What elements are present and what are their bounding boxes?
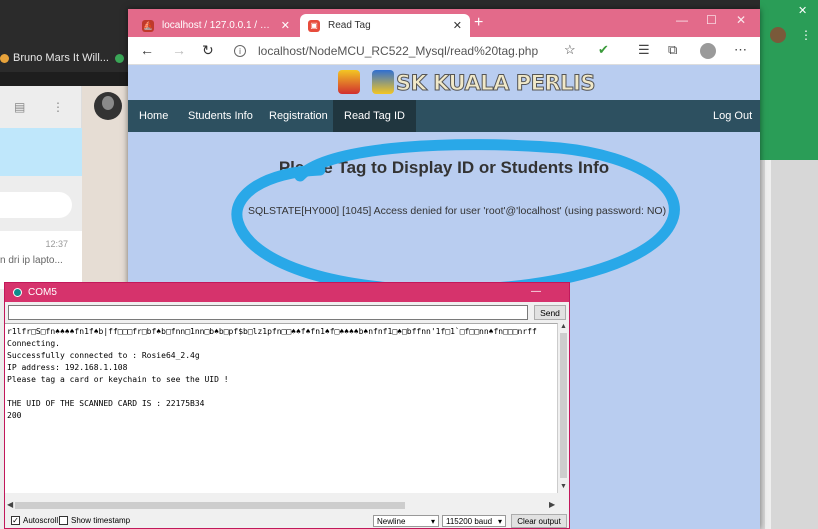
timestamp-checkbox[interactable]: Show timestamp	[59, 516, 130, 525]
timestamp-label: Show timestamp	[71, 516, 131, 525]
banner-title: SK KUALA PERLIS	[396, 71, 596, 96]
minimize-icon[interactable]: —	[676, 13, 688, 27]
scroll-thumb[interactable]	[560, 333, 567, 478]
tab-bar: ⛵ localhost / 127.0.0.1 / nodemcu_... ✕ …	[128, 9, 760, 37]
checkbox-checked-icon: ✓	[11, 516, 20, 525]
maximize-icon[interactable]: ☐	[706, 13, 717, 27]
tab-phpmyadmin[interactable]: ⛵ localhost / 127.0.0.1 / nodemcu_... ✕	[134, 14, 298, 37]
scroll-left-icon[interactable]: ◀	[7, 500, 13, 509]
avatar[interactable]	[94, 92, 122, 120]
scroll-thumb[interactable]	[15, 502, 405, 509]
back-arrow-icon[interactable]: ←	[140, 43, 154, 57]
chevron-down-icon: ▾	[430, 516, 435, 526]
checkbox-empty-icon	[59, 516, 68, 525]
close-window-icon[interactable]: ✕	[736, 13, 746, 27]
nav-home[interactable]: Home	[139, 100, 168, 132]
output-line: Please tag a card or keychain to see the…	[7, 375, 229, 384]
baud-rate-select[interactable]: 115200 baud ▾	[442, 515, 506, 527]
forward-arrow-icon[interactable]: →	[172, 43, 186, 57]
arduino-logo-icon	[13, 288, 22, 297]
more-vert-icon[interactable]: ⋮	[52, 101, 64, 113]
background-bookmarks-bar: Bruno Mars It Will... Si	[0, 44, 138, 72]
new-tab-icon[interactable]: +	[474, 15, 483, 31]
school-banner: SK KUALA PERLIS	[128, 65, 760, 100]
bookmark-icon	[114, 53, 124, 63]
whatsapp-search-input[interactable]	[0, 192, 72, 218]
output-line: Successfully connected to : Rosie64_2.4g	[7, 351, 200, 360]
profile-avatar-icon	[770, 27, 786, 43]
bookmark-icon	[0, 53, 9, 63]
horizontal-scrollbar[interactable]: ◀ ▶	[5, 500, 558, 511]
tab-read-tag[interactable]: ▣ Read Tag ✕	[300, 14, 470, 37]
vertical-scrollbar[interactable]: ▲ ▼	[558, 323, 569, 493]
nav-students-info[interactable]: Students Info	[188, 100, 253, 132]
refresh-icon[interactable]: ↻	[202, 43, 214, 57]
serial-monitor-window: COM5 — Send r1lfr□S□fn♠♠♠♠fn1f♠b|ff□□□fr…	[4, 282, 570, 529]
clear-output-button[interactable]: Clear output	[511, 514, 567, 528]
address-bar: ← → ↻ i localhost/NodeMCU_RC522_Mysql/re…	[128, 37, 760, 65]
serial-send-input[interactable]	[8, 305, 528, 320]
url-field[interactable]: i localhost/NodeMCU_RC522_Mysql/read%20t…	[234, 41, 584, 61]
scroll-down-icon[interactable]: ▼	[560, 483, 567, 490]
whatsapp-chat-list-item[interactable]: 12:37 n dri ip lapto...	[0, 231, 82, 289]
whatsapp-notification-banner	[0, 128, 82, 176]
serial-title-bar: COM5 —	[5, 283, 569, 302]
close-icon: ✕	[798, 5, 808, 17]
tab-title: Read Tag	[328, 20, 371, 31]
close-icon[interactable]: ✕	[453, 19, 462, 32]
chat-icon[interactable]: ▤	[14, 101, 26, 113]
autoscroll-label: Autoscroll	[23, 516, 59, 525]
serial-input-row: Send	[5, 302, 569, 324]
send-button[interactable]: Send	[534, 305, 566, 320]
site-navbar: Home Students Info Registration Read Tag…	[128, 100, 760, 132]
autoscroll-checkbox[interactable]: ✓ Autoscroll	[11, 516, 58, 525]
nav-log-out[interactable]: Log Out	[713, 100, 752, 132]
page-heading: Please Tag to Display ID or Students Inf…	[278, 158, 610, 177]
more-horiz-icon[interactable]: ⋯	[734, 43, 747, 57]
close-icon[interactable]: ✕	[281, 19, 290, 32]
scroll-right-icon[interactable]: ▶	[549, 500, 555, 509]
output-line: Connecting.	[7, 339, 60, 348]
serial-output: r1lfr□S□fn♠♠♠♠fn1f♠b|ff□□□fr□bf♠b□fnn□1n…	[5, 323, 558, 493]
chat-time: 12:37	[45, 239, 68, 249]
output-line: THE UID OF THE SCANNED CARD IS : 22175B3…	[7, 399, 205, 408]
favorite-star-icon[interactable]: ☆	[564, 43, 576, 57]
collections-icon[interactable]: ⧉	[668, 43, 677, 57]
baud-value: 115200 baud	[446, 516, 493, 526]
background-right-window: ⋮ ✕	[760, 0, 818, 160]
info-icon[interactable]: i	[234, 45, 246, 57]
tab-title: localhost / 127.0.0.1 / nodemcu_...	[162, 20, 275, 31]
bookmark-label: Bruno Mars It Will...	[13, 52, 109, 64]
profile-icon[interactable]	[700, 43, 716, 59]
minimize-icon[interactable]: —	[531, 286, 541, 297]
extension-icon[interactable]: ✔	[598, 43, 609, 57]
whatsapp-header: ▤ ⋮	[0, 86, 82, 128]
coat-of-arms-logo-icon	[338, 70, 360, 94]
nav-read-tag-id[interactable]: Read Tag ID	[333, 100, 416, 132]
favorites-list-icon[interactable]: ☰	[638, 43, 650, 57]
phpmyadmin-favicon-icon: ⛵	[142, 19, 154, 32]
line-ending-value: Newline	[377, 516, 406, 526]
more-vert-icon: ⋮	[800, 28, 812, 42]
chat-preview: n dri ip lapto...	[0, 255, 63, 266]
scroll-up-icon[interactable]: ▲	[560, 323, 567, 330]
nav-registration[interactable]: Registration	[269, 100, 328, 132]
output-line: 200	[7, 411, 22, 420]
output-line: IP address: 192.168.1.108	[7, 363, 128, 372]
chevron-down-icon: ▾	[497, 516, 502, 526]
url-text: localhost/NodeMCU_RC522_Mysql/read%20tag…	[258, 44, 539, 58]
page-favicon-icon: ▣	[308, 19, 320, 32]
bookmark-1[interactable]: Bruno Mars It Will...	[0, 52, 109, 64]
serial-title: COM5	[28, 287, 57, 298]
line-ending-select[interactable]: Newline ▾	[373, 515, 439, 527]
output-line: r1lfr□S□fn♠♠♠♠fn1f♠b|ff□□□fr□bf♠b□fnn□1n…	[7, 327, 537, 336]
school-logo-icon	[372, 70, 394, 94]
background-right-panel	[760, 160, 818, 529]
serial-footer: ✓ Autoscroll Show timestamp Newline ▾ 11…	[5, 513, 569, 529]
sql-error-message: SQLSTATE[HY000] [1045] Access denied for…	[248, 205, 667, 217]
